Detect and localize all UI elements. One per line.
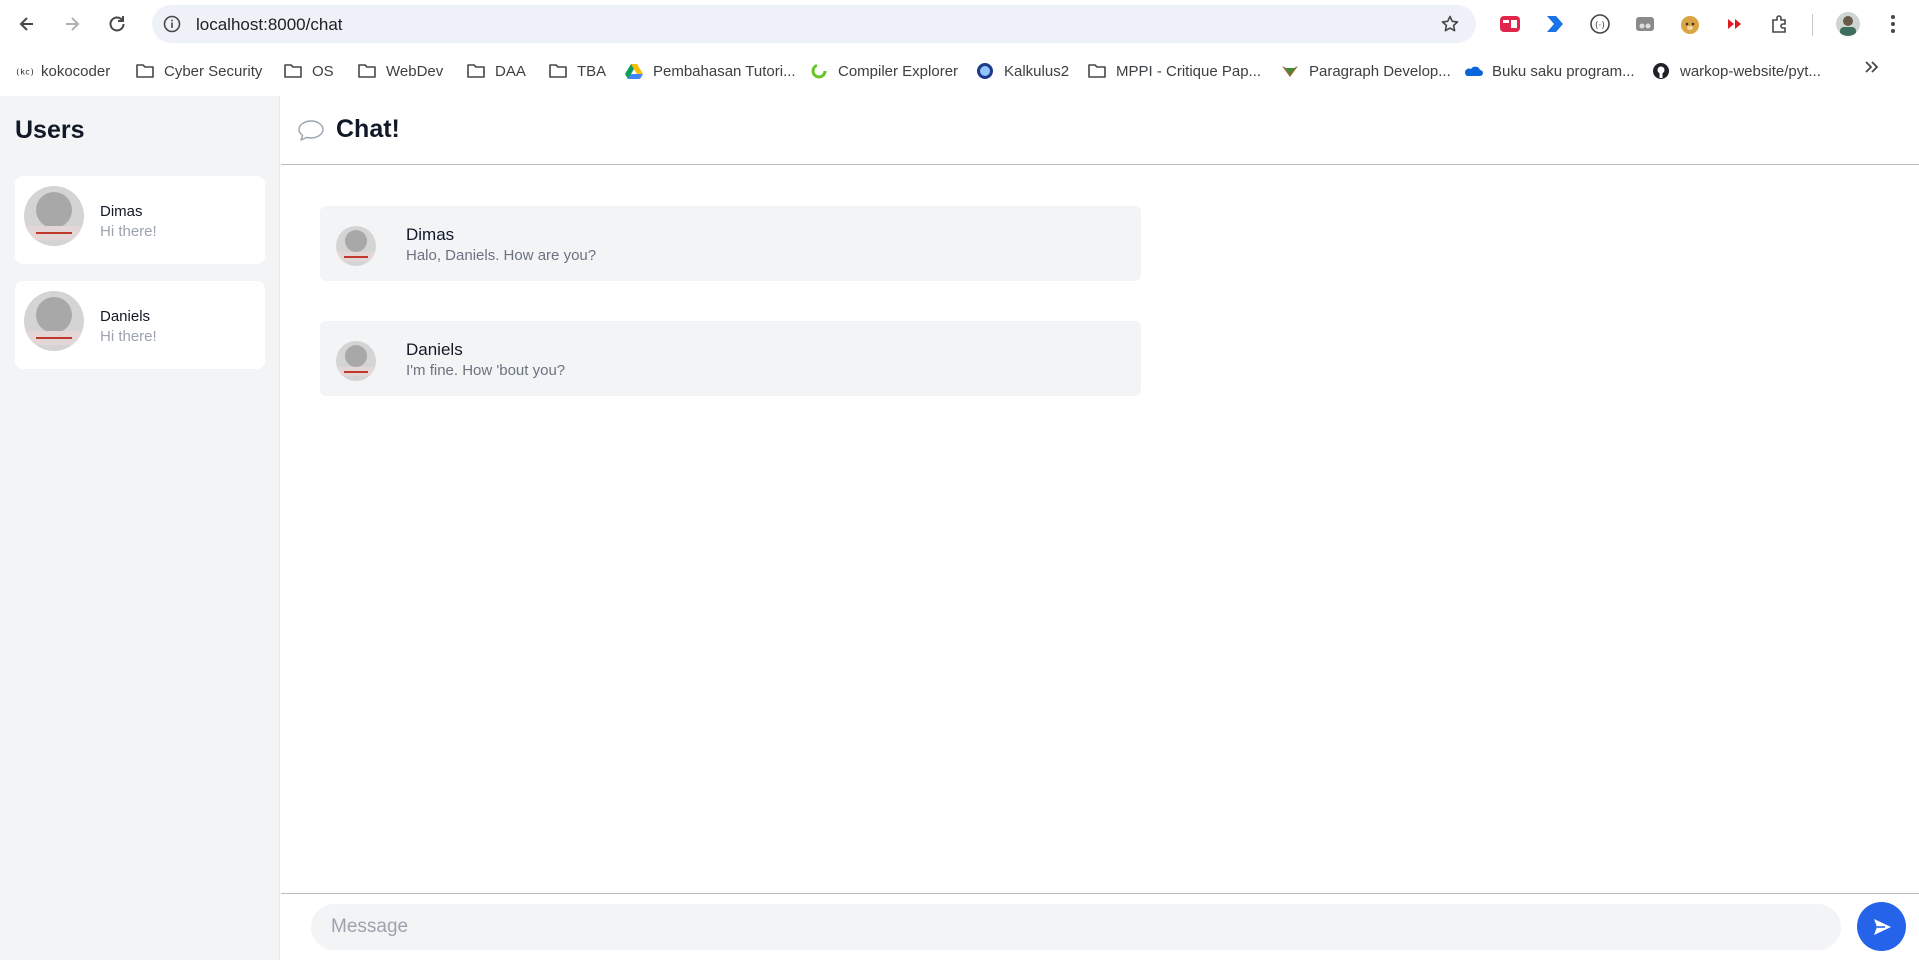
extension-incognito-icon[interactable] [1633, 12, 1657, 36]
folder-icon [548, 62, 568, 80]
folder-icon [283, 62, 303, 80]
user-last-message: Hi there! [100, 328, 157, 345]
message-item: Dimas Halo, Daniels. How are you? [320, 206, 1141, 281]
extension-red-icon[interactable] [1498, 12, 1522, 36]
message-avatar [336, 226, 376, 266]
bookmark-kalkulus2[interactable]: Kalkulus2 [975, 60, 1069, 82]
bookmark-star-icon[interactable] [1440, 14, 1460, 34]
chat-title: Chat! [336, 115, 400, 143]
send-button[interactable] [1857, 902, 1906, 951]
extension-fast-forward-icon[interactable] [1723, 12, 1747, 36]
bookmark-mppi-critique[interactable]: MPPI - Critique Pap... [1087, 60, 1261, 82]
bookmark-os[interactable]: OS [283, 60, 334, 82]
bookmark-pembahasan-tutori[interactable]: Pembahasan Tutori... [624, 60, 796, 82]
avatar [24, 291, 84, 351]
sidebar-title: Users [15, 116, 85, 144]
arrow-right-icon [66, 17, 80, 31]
browser-toolbar: localhost:8000/chat (·) [0, 0, 1919, 48]
folder-icon [1087, 62, 1107, 80]
avatar [24, 186, 84, 246]
users-sidebar: Users Dimas Hi there! Daniels Hi there! [0, 96, 280, 960]
message-item: Daniels I'm fine. How 'bout you? [320, 321, 1141, 396]
bookmark-daa[interactable]: DAA [466, 60, 526, 82]
message-text: Halo, Daniels. How are you? [406, 247, 597, 264]
extensions-puzzle-icon[interactable] [1768, 12, 1792, 36]
chat-bubble-icon [298, 120, 324, 141]
user-card-dimas[interactable]: Dimas Hi there! [15, 176, 265, 264]
user-name: Dimas [100, 203, 143, 220]
extension-circle-icon[interactable]: (·) [1588, 12, 1612, 36]
compiler-explorer-icon [809, 62, 829, 80]
extension-doge-icon[interactable] [1678, 12, 1702, 36]
university-seal-icon [975, 62, 995, 80]
chat-header: Chat! [281, 96, 1919, 165]
message-sender: Dimas [406, 225, 455, 244]
send-icon [1873, 918, 1891, 935]
user-name: Daniels [100, 308, 151, 325]
message-sender: Daniels [406, 340, 463, 359]
svg-text:(·): (·) [1595, 21, 1605, 31]
message-text: I'm fine. How 'bout you? [406, 362, 566, 379]
svg-text:(kc): (kc) [16, 67, 34, 77]
bookmark-kokocoder[interactable]: (kc) kokocoder [16, 60, 110, 82]
address-bar[interactable]: localhost:8000/chat [152, 5, 1476, 43]
menu-kebab-icon[interactable] [1881, 12, 1905, 36]
reload-button[interactable] [99, 6, 135, 42]
onedrive-icon [1463, 62, 1483, 80]
reload-icon [109, 16, 125, 32]
bookmark-paragraph-develop[interactable]: Paragraph Develop... [1280, 60, 1451, 82]
google-drive-icon [624, 62, 644, 80]
bookmark-warkop-website[interactable]: warkop-website/pyt... [1651, 60, 1821, 82]
message-composer [281, 893, 1919, 960]
folder-icon [135, 62, 155, 80]
back-button[interactable] [9, 6, 45, 42]
bookmarks-bar: (kc) kokocoder Cyber Security OS WebDev … [0, 48, 1919, 92]
forward-button[interactable] [54, 6, 90, 42]
site-info-icon[interactable] [162, 14, 182, 34]
toolbar-separator [1812, 14, 1813, 36]
bookmark-tba[interactable]: TBA [548, 60, 606, 82]
user-last-message: Hi there! [100, 223, 157, 240]
bookmark-webdev[interactable]: WebDev [357, 60, 443, 82]
github-icon [1651, 62, 1671, 80]
folder-icon [357, 62, 377, 80]
message-input[interactable] [311, 904, 1841, 950]
arrow-left-icon [19, 17, 33, 31]
extension-arrow-icon[interactable] [1543, 12, 1567, 36]
message-avatar [336, 341, 376, 381]
bookmark-compiler-explorer[interactable]: Compiler Explorer [809, 60, 958, 82]
chat-panel: Chat! Dimas Halo, Daniels. How are you? … [281, 96, 1919, 960]
bookmark-cyber-security[interactable]: Cyber Security [135, 60, 262, 82]
url-text[interactable]: localhost:8000/chat [196, 15, 343, 35]
profile-avatar[interactable] [1836, 12, 1860, 36]
folder-icon [466, 62, 486, 80]
bookmark-buku-saku[interactable]: Buku saku program... [1463, 60, 1635, 82]
more-bookmarks-chevron-icon[interactable] [1862, 58, 1886, 82]
user-card-daniels[interactable]: Daniels Hi there! [15, 281, 265, 369]
paragraph-icon [1280, 62, 1300, 80]
kokocoder-icon: (kc) [16, 62, 34, 80]
